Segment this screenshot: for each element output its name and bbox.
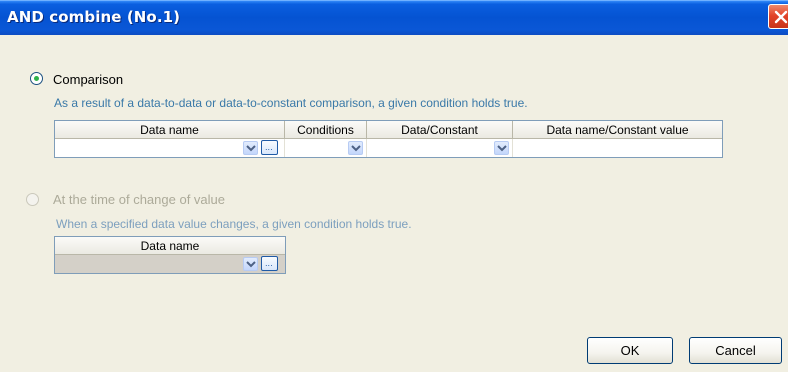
change-description: When a specified data value changes, a g… — [56, 217, 412, 231]
data-name-cell[interactable]: ... — [55, 139, 285, 157]
chevron-down-icon — [351, 145, 361, 152]
change-grid: Data name ... — [54, 236, 286, 274]
change-dropdown-button[interactable] — [243, 257, 258, 271]
change-browse-button[interactable]: ... — [261, 256, 278, 271]
data-constant-cell[interactable] — [367, 139, 513, 157]
radio-selected-dot — [34, 76, 39, 81]
ok-button[interactable]: OK — [587, 337, 673, 364]
dialog-client-area: Comparison As a result of a data-to-data… — [0, 35, 788, 372]
constant-value-cell[interactable] — [513, 139, 722, 157]
chevron-down-icon — [246, 145, 256, 152]
column-header-data-name: Data name — [55, 237, 285, 255]
data-name-dropdown-button[interactable] — [243, 141, 258, 155]
column-header-constant-value: Data name/Constant value — [513, 121, 722, 139]
ellipsis-icon: ... — [265, 259, 273, 268]
close-icon — [774, 10, 788, 24]
change-radio[interactable] — [26, 193, 39, 206]
comparison-radio[interactable] — [30, 72, 43, 85]
change-data-name-cell[interactable]: ... — [55, 255, 285, 273]
close-button[interactable] — [768, 4, 788, 29]
cancel-button[interactable]: Cancel — [689, 337, 782, 364]
conditions-cell[interactable] — [285, 139, 367, 157]
dialog-window: AND combine (No.1) Comparison As a resul… — [0, 0, 788, 372]
comparison-description: As a result of a data-to-data or data-to… — [54, 96, 528, 110]
window-title: AND combine (No.1) — [7, 8, 181, 26]
chevron-down-icon — [246, 261, 256, 268]
column-header-data-name: Data name — [55, 121, 285, 139]
data-constant-dropdown-button[interactable] — [494, 141, 509, 155]
comparison-grid: Data name Conditions Data/Constant Data … — [54, 120, 723, 158]
title-bar[interactable]: AND combine (No.1) — [0, 0, 788, 35]
conditions-dropdown-button[interactable] — [348, 141, 363, 155]
change-label[interactable]: At the time of change of value — [53, 192, 225, 207]
chevron-down-icon — [497, 145, 507, 152]
column-header-conditions: Conditions — [285, 121, 367, 139]
column-header-data-constant: Data/Constant — [367, 121, 513, 139]
ellipsis-icon: ... — [265, 143, 273, 152]
comparison-label[interactable]: Comparison — [53, 72, 123, 87]
data-name-browse-button[interactable]: ... — [261, 140, 278, 155]
